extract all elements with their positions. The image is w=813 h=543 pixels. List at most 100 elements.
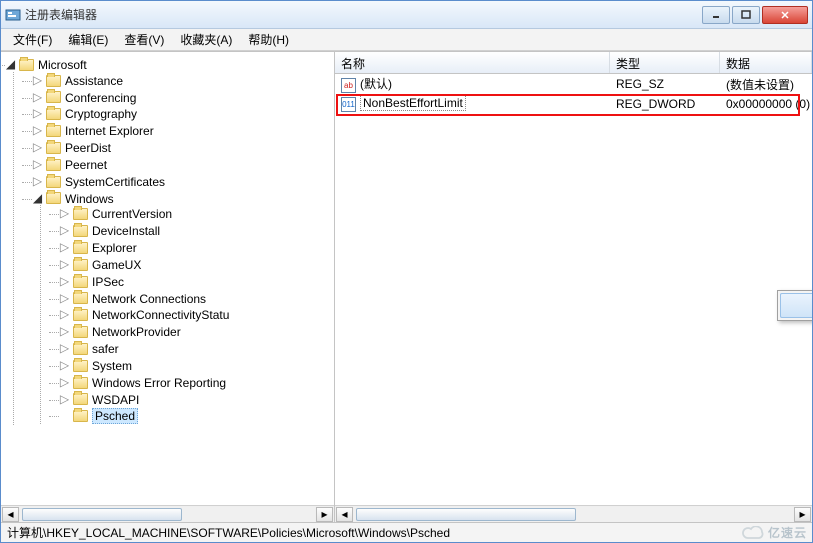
tree-node[interactable]: ▷Cryptography: [32, 105, 334, 122]
expand-icon[interactable]: ▷: [32, 175, 43, 186]
value-data: 0x00000000 (0): [720, 97, 812, 111]
folder-icon: [46, 142, 61, 154]
expand-icon[interactable]: ▷: [59, 242, 70, 253]
value-name: (默认): [360, 77, 392, 91]
folder-icon: [46, 192, 61, 204]
tree-node[interactable]: ▷Explorer: [59, 239, 334, 256]
folder-icon: [73, 343, 88, 355]
expand-icon[interactable]: ▷: [59, 225, 70, 236]
expand-icon[interactable]: ▷: [59, 258, 70, 269]
list-row[interactable]: 011NonBestEffortLimitREG_DWORD0x00000000…: [335, 94, 812, 114]
scroll-thumb[interactable]: [22, 508, 182, 521]
watermark: 亿速云: [742, 524, 807, 541]
folder-icon: [19, 59, 34, 71]
folder-icon: [73, 292, 88, 304]
collapse-icon[interactable]: ◢: [32, 192, 43, 203]
folder-icon: [73, 208, 88, 220]
menu-edit[interactable]: 编辑(E): [60, 29, 116, 50]
reg-string-icon: ab: [341, 78, 356, 93]
list-h-scrollbar[interactable]: ◂ ▸: [335, 505, 812, 522]
scroll-left-button[interactable]: ◂: [2, 507, 19, 522]
expand-icon[interactable]: ▷: [32, 142, 43, 153]
tree-node[interactable]: ▷ NetworkConnectivityStatu: [59, 306, 334, 323]
tree-node[interactable]: ▷Windows Error Reporting: [59, 374, 334, 391]
tree-label: Peernet: [65, 158, 107, 172]
col-data[interactable]: 数据: [720, 52, 812, 73]
tree-node[interactable]: ◢ Windows ▷ CurrentVersion ▷ DeviceInstall▷Ex…: [32, 190, 334, 426]
expand-icon[interactable]: ▷: [59, 292, 70, 303]
tree-node[interactable]: ▷SystemCertificates: [32, 173, 334, 190]
tree-node[interactable]: ◢Microsoft▷Assistance▷Conferencing▷Crypt…: [5, 56, 334, 426]
tree-node[interactable]: ▷ CurrentVersion: [59, 205, 334, 222]
tree-h-scrollbar[interactable]: ◂ ▸: [1, 505, 334, 522]
folder-icon: [73, 242, 88, 254]
tree-label: PeerDist: [65, 141, 111, 155]
folder-icon: [73, 377, 88, 389]
tree-label: System: [92, 359, 132, 373]
app-icon: [5, 7, 21, 23]
maximize-button[interactable]: [732, 6, 760, 24]
expand-icon[interactable]: ▷: [59, 359, 70, 370]
list-pane: 名称 类型 数据 ab(默认)REG_SZ(数值未设置)011NonBestEf…: [335, 52, 812, 522]
value-name: NonBestEffortLimit: [360, 96, 466, 111]
expand-icon[interactable]: ▷: [59, 343, 70, 354]
tree-label: safer: [92, 342, 119, 356]
folder-icon: [46, 125, 61, 137]
scroll-right-button[interactable]: ▸: [316, 507, 333, 522]
tree-node[interactable]: ▷ safer: [59, 340, 334, 357]
tree-node[interactable]: ▷Assistance: [32, 72, 334, 89]
expand-icon[interactable]: ▷: [59, 208, 70, 219]
close-button[interactable]: [762, 6, 808, 24]
tree-label: Windows: [65, 191, 114, 205]
expand-icon[interactable]: ▷: [59, 326, 70, 337]
tree-label: DeviceInstall: [92, 224, 160, 238]
folder-icon: [73, 276, 88, 288]
tree-node[interactable]: ▷Network Connections: [59, 290, 334, 307]
expand-icon[interactable]: ▷: [32, 108, 43, 119]
tree-label: GameUX: [92, 258, 141, 272]
list-header: 名称 类型 数据: [335, 52, 812, 74]
col-name[interactable]: 名称: [335, 52, 610, 73]
expand-icon[interactable]: ▷: [32, 158, 43, 169]
tree-label: Internet Explorer: [65, 124, 154, 138]
tree-node[interactable]: ▷ Conferencing: [32, 89, 334, 106]
minimize-button[interactable]: [702, 6, 730, 24]
scroll-thumb[interactable]: [356, 508, 576, 521]
context-menu: 新建(N) ▸: [777, 290, 812, 321]
tree-node[interactable]: ▷ WSDAPI: [59, 391, 334, 408]
collapse-icon[interactable]: ◢: [5, 59, 16, 70]
tree-node[interactable]: ▷ GameUX: [59, 256, 334, 273]
tree-node[interactable]: Psched: [59, 407, 334, 424]
tree-label: Microsoft: [38, 58, 87, 72]
menu-help[interactable]: 帮助(H): [240, 29, 297, 50]
expand-icon[interactable]: ▷: [32, 74, 43, 85]
expand-icon[interactable]: ▷: [59, 376, 70, 387]
tree-node[interactable]: ▷IPSec: [59, 273, 334, 290]
expand-icon[interactable]: ▷: [32, 91, 43, 102]
scroll-right-button[interactable]: ▸: [794, 507, 811, 522]
tree-label: WSDAPI: [92, 392, 139, 406]
tree-pane[interactable]: ◢Microsoft▷Assistance▷Conferencing▷Crypt…: [1, 52, 335, 522]
ctx-new[interactable]: 新建(N) ▸: [780, 293, 812, 318]
expand-icon[interactable]: ▷: [59, 309, 70, 320]
tree-label: CurrentVersion: [92, 207, 172, 221]
tree-label: NetworkConnectivityStatu: [92, 308, 229, 322]
expand-icon[interactable]: ▷: [59, 393, 70, 404]
menu-file[interactable]: 文件(F): [5, 29, 60, 50]
tree-node[interactable]: ▷ PeerDist: [32, 139, 334, 156]
list-row[interactable]: ab(默认)REG_SZ(数值未设置): [335, 74, 812, 94]
col-type[interactable]: 类型: [610, 52, 720, 73]
scroll-left-button[interactable]: ◂: [336, 507, 353, 522]
tree-node[interactable]: ▷NetworkProvider: [59, 323, 334, 340]
expand-icon[interactable]: ▷: [32, 125, 43, 136]
reg-dword-icon: 011: [341, 97, 356, 112]
tree-node[interactable]: ▷ DeviceInstall: [59, 222, 334, 239]
tree-node[interactable]: ▷ System: [59, 357, 334, 374]
value-type: REG_SZ: [610, 77, 720, 91]
tree-node[interactable]: ▷ Peernet: [32, 156, 334, 173]
menu-favorites[interactable]: 收藏夹(A): [172, 29, 240, 50]
expand-icon[interactable]: ▷: [59, 275, 70, 286]
tree-label: Conferencing: [65, 90, 136, 104]
tree-node[interactable]: ▷ Internet Explorer: [32, 122, 334, 139]
menu-view[interactable]: 查看(V): [116, 29, 172, 50]
